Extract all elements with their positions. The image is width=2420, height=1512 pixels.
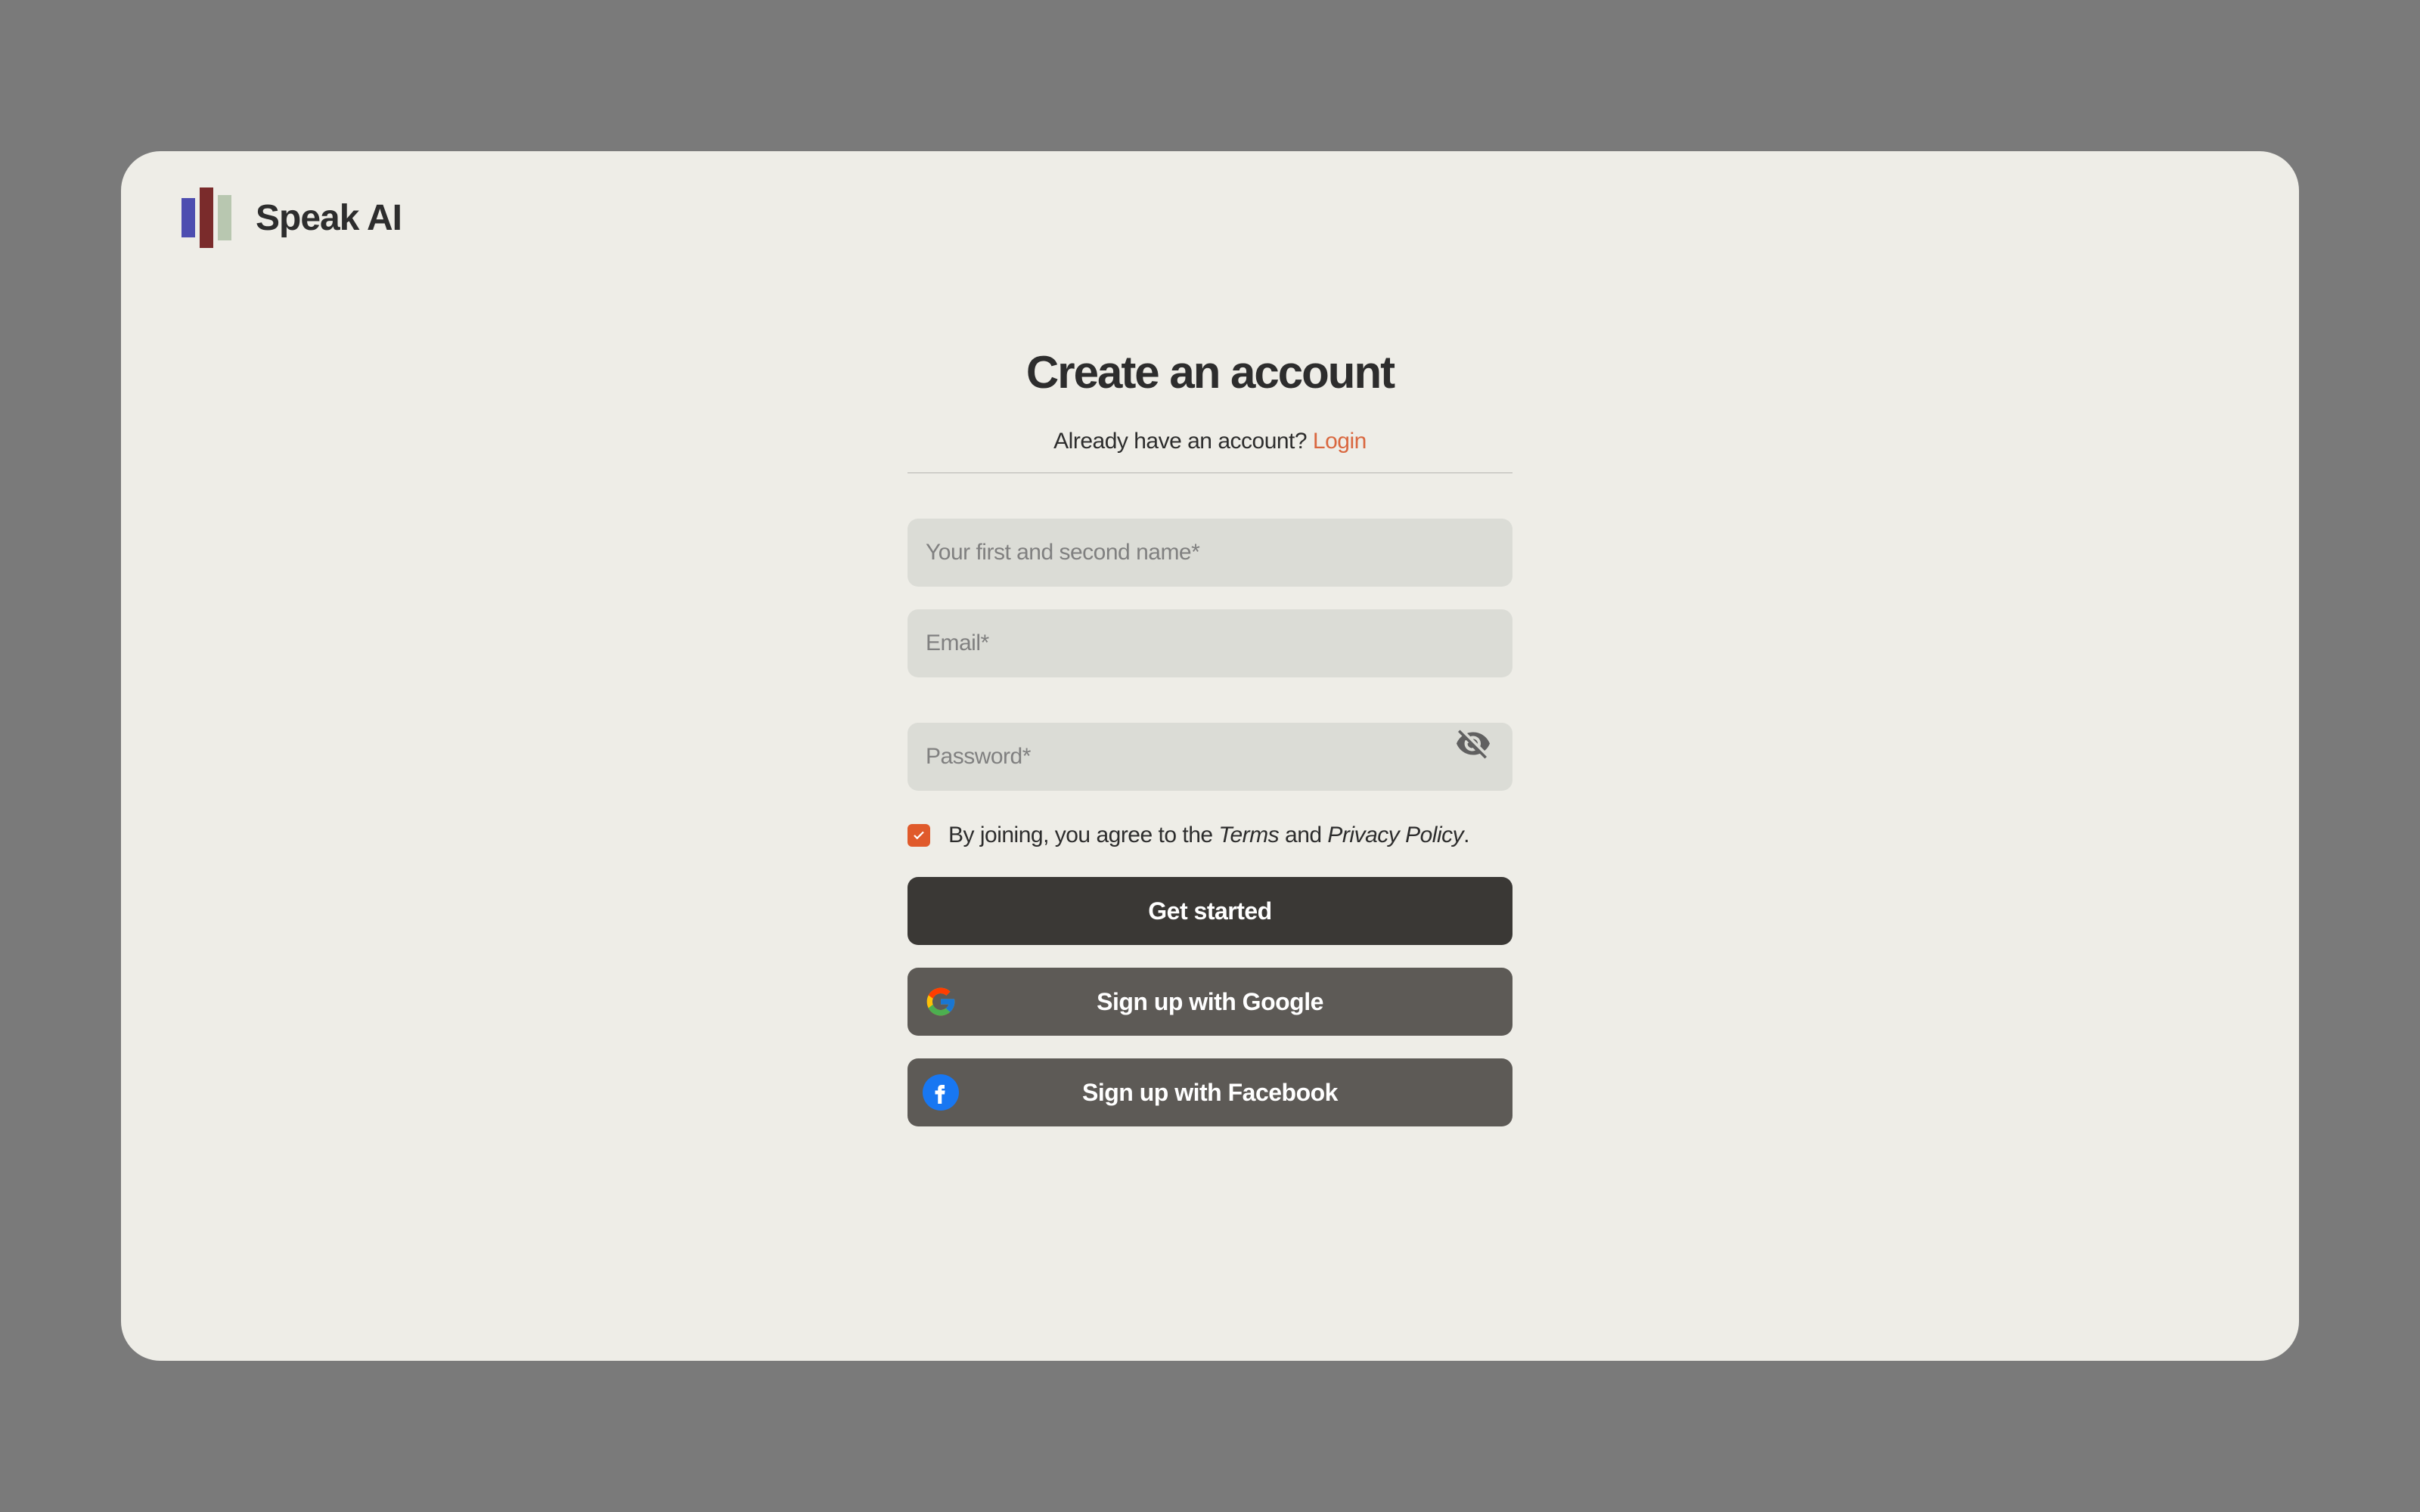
page-title: Create an account [908,346,1512,398]
terms-link[interactable]: Terms [1218,823,1279,847]
privacy-link[interactable]: Privacy Policy [1327,823,1463,847]
password-wrapper [908,677,1512,791]
password-field[interactable] [908,723,1512,791]
get-started-button[interactable]: Get started [908,877,1512,945]
terms-checkbox[interactable] [908,824,930,847]
logo-icon [182,187,231,248]
logo-text: Speak AI [256,197,402,239]
terms-text: By joining, you agree to the Terms and P… [948,823,1469,848]
logo-area: Speak AI [182,187,2238,248]
signup-google-button[interactable]: Sign up with Google [908,968,1512,1036]
name-field[interactable] [908,519,1512,587]
facebook-icon [923,1074,959,1111]
eye-off-icon[interactable] [1455,726,1491,766]
signup-facebook-button[interactable]: Sign up with Facebook [908,1058,1512,1126]
google-icon [923,984,959,1020]
subtitle-prefix: Already have an account? [1053,429,1313,454]
form-container: Create an account Already have an accoun… [908,346,1512,1126]
divider [908,472,1512,473]
login-link[interactable]: Login [1313,429,1367,454]
signup-card: Speak AI Create an account Already have … [121,151,2299,1361]
subtitle: Already have an account? Login [908,429,1512,454]
email-field[interactable] [908,609,1512,677]
terms-row: By joining, you agree to the Terms and P… [908,823,1512,848]
